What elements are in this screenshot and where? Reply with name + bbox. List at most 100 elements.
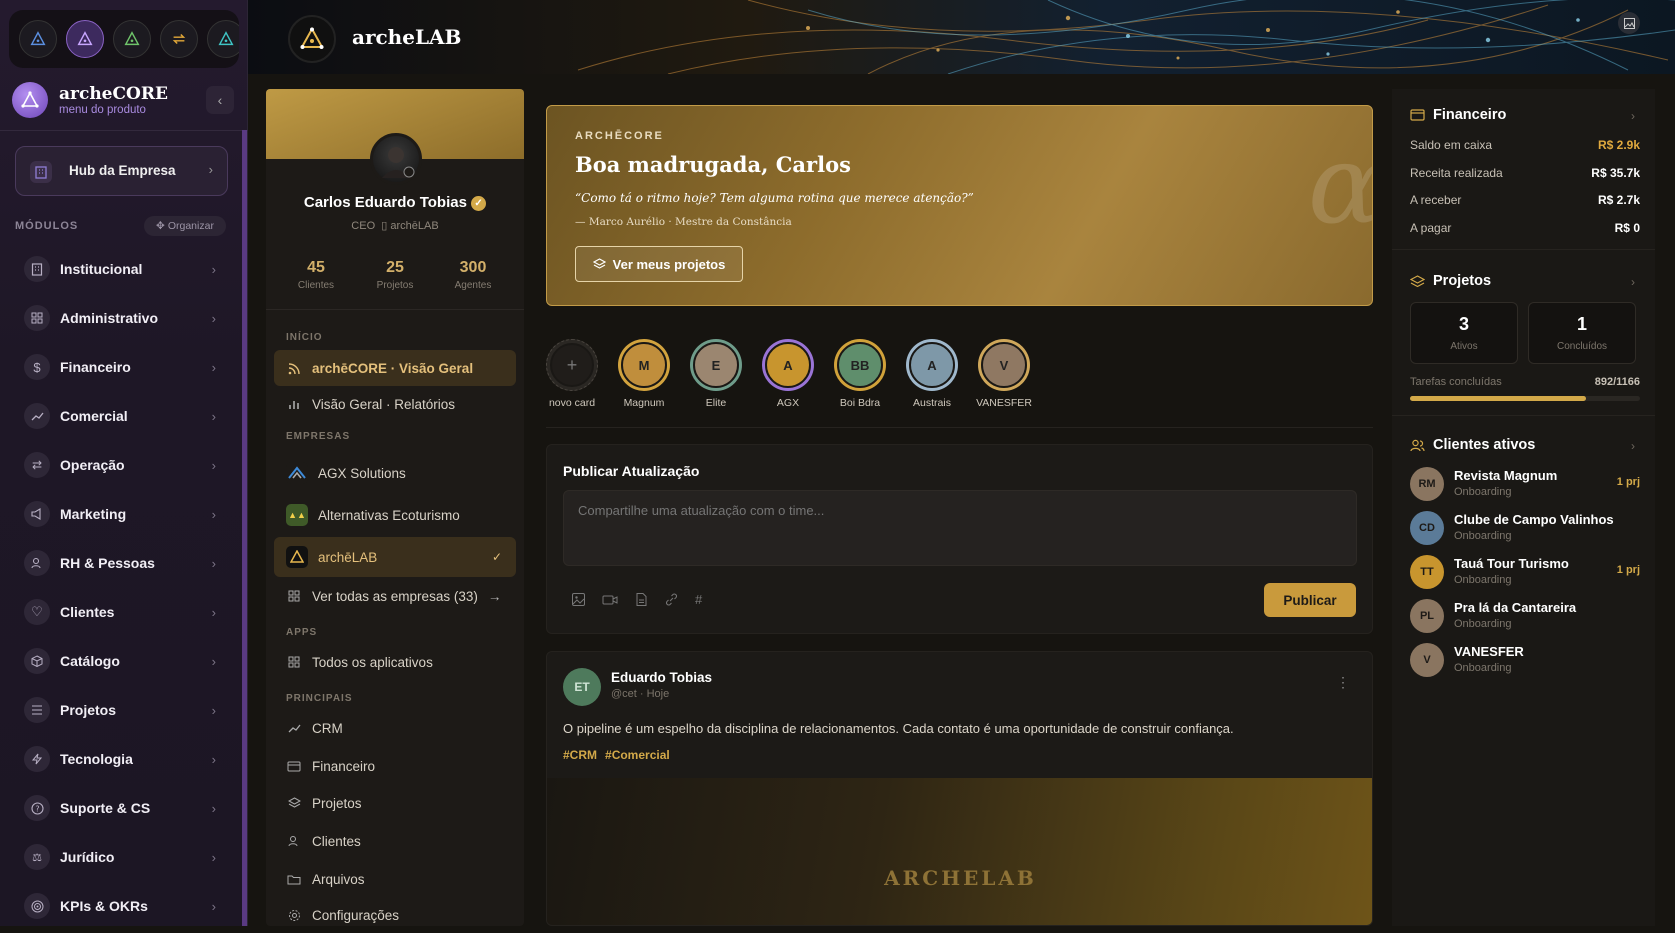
company-item[interactable]: ▲▲ Alternativas Ecoturismo — [274, 495, 516, 535]
post-avatar[interactable]: ET — [563, 668, 601, 706]
chevron-right-icon[interactable]: › — [1631, 109, 1635, 123]
divider — [546, 427, 1373, 428]
module-item[interactable]: Projetos › — [24, 695, 220, 725]
story-label: VANESFER — [976, 397, 1032, 409]
nav-reports[interactable]: Visão Geral · Relatórios — [274, 386, 516, 422]
client-item[interactable]: V VANESFER Onboarding — [1410, 643, 1640, 683]
nav-configuracoes[interactable]: Configurações — [274, 897, 516, 933]
module-item[interactable]: ⇄ Operação › — [24, 450, 220, 480]
nav-arquivos[interactable]: Arquivos — [274, 861, 516, 897]
module-item[interactable]: RH & Pessoas › — [24, 548, 220, 578]
new-story-button[interactable]: + novo card — [542, 339, 602, 409]
projects-active-box[interactable]: 3 Ativos — [1410, 302, 1518, 364]
module-item[interactable]: ⚖ Jurídico › — [24, 842, 220, 872]
post-image[interactable]: ARCHELAB — [547, 778, 1372, 925]
stat-agents: 300 Agentes — [454, 259, 492, 291]
nav-crm[interactable]: CRM — [274, 710, 516, 746]
story-item[interactable]: M Magnum — [614, 339, 674, 409]
story-item[interactable]: A Austrais — [902, 339, 962, 409]
app-switch-icon[interactable] — [113, 20, 151, 58]
people-icon — [286, 833, 302, 849]
company-item-selected[interactable]: archēLAB ✓ — [274, 537, 516, 577]
projects-heading[interactable]: Projetos — [1410, 273, 1491, 289]
chevron-right-icon: › — [211, 800, 216, 816]
app-switch-icon[interactable] — [207, 20, 239, 58]
update-textarea[interactable] — [563, 490, 1357, 566]
post-tag[interactable]: #Comercial — [605, 748, 670, 762]
publish-button[interactable]: Publicar — [1264, 583, 1356, 617]
module-item[interactable]: Administrativo › — [24, 303, 220, 333]
module-label: Suporte & CS — [60, 800, 151, 816]
module-sidebar: archeCORE menu do produto ‹ Hub da Empre… — [0, 0, 248, 926]
client-item[interactable]: TT Tauá Tour Turismo Onboarding 1 prj — [1410, 555, 1640, 595]
module-item[interactable]: ♡ Clientes › — [24, 597, 220, 627]
module-item[interactable]: ? Suporte & CS › — [24, 793, 220, 823]
module-item[interactable]: $ Financeiro › — [24, 352, 220, 382]
profile-name: Carlos Eduardo Tobias ✓ — [266, 194, 524, 211]
app-switch-icon[interactable] — [19, 20, 57, 58]
client-avatar: PL — [1410, 599, 1444, 633]
document-icon[interactable] — [634, 592, 648, 607]
module-label: Operação — [60, 457, 125, 473]
finance-heading[interactable]: Financeiro — [1410, 107, 1506, 123]
view-projects-button[interactable]: Ver meus projetos — [575, 246, 743, 282]
chevron-right-icon[interactable]: › — [1631, 439, 1635, 453]
story-item[interactable]: BB Boi Bdra — [830, 339, 890, 409]
more-options-icon[interactable]: ⋮ — [1336, 674, 1350, 691]
module-item[interactable]: Comercial › — [24, 401, 220, 431]
collapse-sidebar-button[interactable]: ‹ — [206, 86, 234, 114]
client-avatar: RM — [1410, 467, 1444, 501]
module-item[interactable]: Catálogo › — [24, 646, 220, 676]
module-label: Catálogo — [60, 653, 120, 669]
link-icon[interactable] — [664, 592, 679, 607]
client-item[interactable]: RM Revista Magnum Onboarding 1 prj — [1410, 467, 1640, 507]
image-icon[interactable] — [571, 592, 586, 607]
finance-row: A pagar R$ 0 — [1410, 221, 1640, 235]
chevron-right-icon: › — [211, 555, 216, 571]
nav-financeiro[interactable]: Financeiro — [274, 748, 516, 784]
people-icon — [1410, 439, 1425, 452]
module-item[interactable]: Institucional › — [24, 254, 220, 284]
module-item[interactable]: Tecnologia › — [24, 744, 220, 774]
client-status: Onboarding — [1454, 662, 1512, 674]
nav-projetos[interactable]: Projetos — [274, 785, 516, 821]
composer-tools: # — [571, 592, 702, 607]
post-author[interactable]: Eduardo Tobias — [611, 670, 712, 685]
app-switch-icon[interactable] — [160, 20, 198, 58]
company-item[interactable]: AGX Solutions — [274, 453, 516, 493]
client-item[interactable]: PL Pra lá da Cantareira Onboarding — [1410, 599, 1640, 639]
see-all-companies-link[interactable]: Ver todas as empresas (33) → — [274, 578, 516, 614]
organize-button[interactable]: ✥ Organizar — [144, 216, 226, 236]
video-icon[interactable] — [602, 592, 618, 607]
module-label: Marketing — [60, 506, 127, 522]
story-label: AGX — [776, 397, 800, 409]
avatar[interactable] — [370, 133, 422, 185]
chevron-left-icon: ‹ — [217, 92, 223, 108]
hub-button[interactable]: Hub da Empresa › — [15, 146, 228, 196]
move-icon: ✥ — [156, 220, 165, 232]
module-label: Projetos — [60, 702, 117, 718]
story-item[interactable]: E Elite — [686, 339, 746, 409]
hashtag-icon[interactable]: # — [695, 592, 702, 607]
finance-value: R$ 2.9k — [1597, 138, 1640, 152]
card-icon — [286, 758, 302, 774]
nav-clientes[interactable]: Clientes — [274, 823, 516, 859]
client-projects-badge: 1 prj — [1616, 476, 1640, 488]
nav-overview[interactable]: archēCORE · Visão Geral — [274, 350, 516, 386]
story-item[interactable]: A AGX — [758, 339, 818, 409]
module-item[interactable]: Marketing › — [24, 499, 220, 529]
projects-done-box[interactable]: 1 Concluídos — [1528, 302, 1636, 364]
chevron-right-icon[interactable]: › — [1631, 275, 1635, 289]
hero-eyebrow: ARCHĒCORE — [575, 130, 664, 142]
post-tag[interactable]: #CRM — [563, 748, 597, 762]
client-name: VANESFER — [1454, 644, 1524, 659]
clients-heading[interactable]: Clientes ativos — [1410, 437, 1535, 453]
module-item[interactable]: KPIs & OKRs › — [24, 891, 220, 921]
change-cover-button[interactable] — [1618, 12, 1640, 34]
hero-title: Boa madrugada, Carlos — [575, 152, 851, 177]
story-item[interactable]: V VANESFER — [974, 339, 1034, 409]
all-apps-link[interactable]: Todos os aplicativos — [274, 644, 516, 680]
app-switch-icon[interactable] — [66, 20, 104, 58]
client-item[interactable]: CD Clube de Campo Valinhos Onboarding — [1410, 511, 1640, 551]
story-avatar: V — [981, 342, 1027, 388]
